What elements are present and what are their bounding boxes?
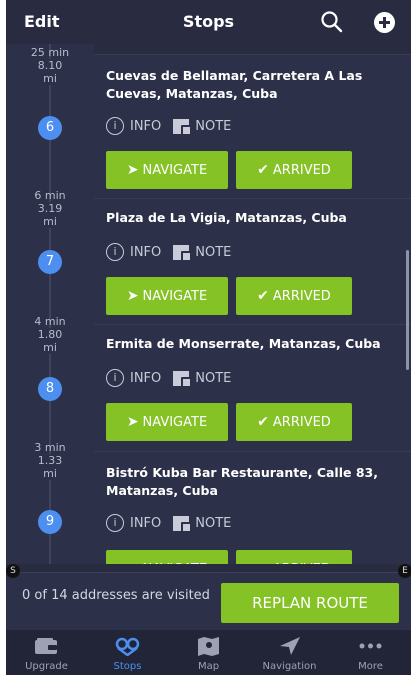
wallet-icon	[35, 638, 57, 654]
stop-address: Plaza de La Vigia, Matanzas, Cuba	[106, 210, 347, 225]
stop-card[interactable]: Bistró Kuba Bar Restaurante, Calle 83, M…	[94, 451, 411, 564]
stops-screen: Edit Stops 25 min 8.10 mi 6 6 min 3.19 m…	[6, 0, 411, 675]
arrived-label: ARRIVED	[272, 289, 331, 304]
note-link[interactable]: NOTE	[195, 245, 231, 260]
distance-value: 8.10	[37, 59, 63, 72]
note-icon[interactable]	[173, 118, 193, 136]
info-icon[interactable]: i	[106, 514, 124, 532]
navigation-arrow-icon: ➤	[126, 288, 139, 304]
tab-label: More	[358, 661, 383, 672]
map-icon	[198, 637, 219, 656]
distance-unit: mi	[43, 467, 57, 480]
arrived-button[interactable]: ✔ARRIVED	[236, 151, 352, 189]
arrived-button[interactable]: ✔ARRIVED	[236, 403, 352, 441]
duration-label: 25 min	[30, 46, 70, 59]
footer-bar: 0 of 14 addresses are visited REPLAN ROU…	[6, 572, 411, 630]
distance-value: 1.80	[37, 328, 63, 341]
stop-card[interactable]: Cuevas de Bellamar, Carretera A Las Cuev…	[94, 54, 411, 198]
arrived-button[interactable]: ✔ARRIVED	[236, 277, 352, 315]
note-link[interactable]: NOTE	[195, 516, 231, 531]
stop-address: Cuevas de Bellamar, Carretera A Las Cuev…	[106, 68, 363, 101]
info-link[interactable]: INFO	[130, 245, 161, 260]
tab-map[interactable]: Map	[168, 630, 249, 675]
distance-unit: mi	[43, 215, 57, 228]
stop-address: Ermita de Monserrate, Matanzas, Cuba	[106, 336, 381, 351]
timeline-rail: 25 min 8.10 mi 6 6 min 3.19 mi 7 4 min 1…	[6, 44, 94, 564]
arrived-label: ARRIVED	[272, 163, 331, 178]
info-icon[interactable]: i	[106, 369, 124, 387]
navigation-arrow-icon: ➤	[126, 162, 139, 178]
info-link[interactable]: INFO	[130, 119, 161, 134]
bottom-tab-bar: Upgrade Stops Map Navigation More	[6, 630, 411, 675]
stop-actions: i INFO NOTE	[106, 243, 231, 263]
tab-label: Upgrade	[25, 661, 68, 672]
tab-label: Navigation	[262, 661, 317, 672]
start-marker: S	[6, 564, 20, 578]
note-icon[interactable]	[173, 244, 193, 262]
tab-label: Map	[197, 661, 220, 672]
stop-actions: i INFO NOTE	[106, 117, 231, 137]
navigation-arrow-icon	[280, 637, 300, 655]
stops-list[interactable]: Cuevas de Bellamar, Carretera A Las Cuev…	[94, 44, 411, 564]
end-marker: E	[398, 564, 411, 578]
navigate-label: NAVIGATE	[142, 415, 208, 430]
search-icon[interactable]	[320, 10, 344, 34]
add-stop-icon[interactable]	[374, 12, 395, 33]
stop-number-badge: 7	[38, 250, 62, 274]
replan-route-button[interactable]: REPLAN ROUTE	[221, 583, 399, 623]
info-link[interactable]: INFO	[130, 516, 161, 531]
navigate-button[interactable]: ➤ NAVIGATE	[106, 550, 228, 564]
arrived-button[interactable]: ✔ ARRIVED	[236, 550, 352, 564]
distance-unit: mi	[43, 341, 57, 354]
stop-number-badge: 9	[38, 510, 62, 534]
navigate-label: NAVIGATE	[142, 289, 208, 304]
info-link[interactable]: INFO	[130, 371, 161, 386]
more-dots-icon	[359, 643, 382, 649]
checkmark-icon: ✔	[257, 414, 269, 430]
duration-label: 6 min	[34, 189, 66, 202]
checkmark-icon: ✔	[257, 162, 269, 178]
stop-number-badge: 6	[38, 116, 62, 140]
navigate-label: NAVIGATE	[143, 562, 208, 564]
arrived-label: ARRIVED	[273, 562, 331, 564]
navigate-button[interactable]: ➤NAVIGATE	[106, 151, 228, 189]
duration-label: 3 min	[34, 441, 66, 454]
distance-value: 1.33	[37, 454, 63, 467]
stop-address: Bistró Kuba Bar Restaurante, Calle 83, M…	[106, 465, 378, 498]
page-title: Stops	[182, 12, 235, 31]
navigate-button[interactable]: ➤NAVIGATE	[106, 403, 228, 441]
info-icon[interactable]: i	[106, 117, 124, 135]
note-link[interactable]: NOTE	[195, 371, 231, 386]
note-icon[interactable]	[173, 515, 193, 533]
navigate-button[interactable]: ➤NAVIGATE	[106, 277, 228, 315]
checkmark-icon: ✔	[257, 288, 269, 304]
note-link[interactable]: NOTE	[195, 119, 231, 134]
stop-actions: i INFO NOTE	[106, 369, 231, 389]
stop-number-badge: 8	[38, 377, 62, 401]
stop-card[interactable]: Ermita de Monserrate, Matanzas, Cuba i IN…	[94, 324, 411, 451]
stop-actions: i INFO NOTE	[106, 514, 231, 534]
scrollbar-thumb[interactable]	[406, 250, 409, 370]
distance-unit: mi	[43, 72, 57, 85]
visited-status: 0 of 14 addresses are visited	[22, 588, 210, 603]
note-icon[interactable]	[173, 370, 193, 388]
duration-label: 4 min	[34, 315, 66, 328]
distance-value: 3.19	[37, 202, 63, 215]
tab-upgrade[interactable]: Upgrade	[6, 630, 87, 675]
tab-label: Stops	[113, 661, 142, 672]
navigation-arrow-icon: ➤	[127, 550, 139, 564]
stop-card[interactable]: Plaza de La Vigia, Matanzas, Cuba i INFO N…	[94, 198, 411, 324]
checkmark-icon: ✔	[257, 550, 269, 564]
header-bar: Edit Stops	[6, 0, 411, 44]
route-icon	[115, 637, 140, 656]
navigation-arrow-icon: ➤	[126, 414, 139, 430]
tab-stops[interactable]: Stops	[87, 630, 168, 675]
tab-more[interactable]: More	[330, 630, 411, 675]
navigate-label: NAVIGATE	[142, 163, 208, 178]
arrived-label: ARRIVED	[272, 415, 331, 430]
tab-navigation[interactable]: Navigation	[249, 630, 330, 675]
info-icon[interactable]: i	[106, 243, 124, 261]
